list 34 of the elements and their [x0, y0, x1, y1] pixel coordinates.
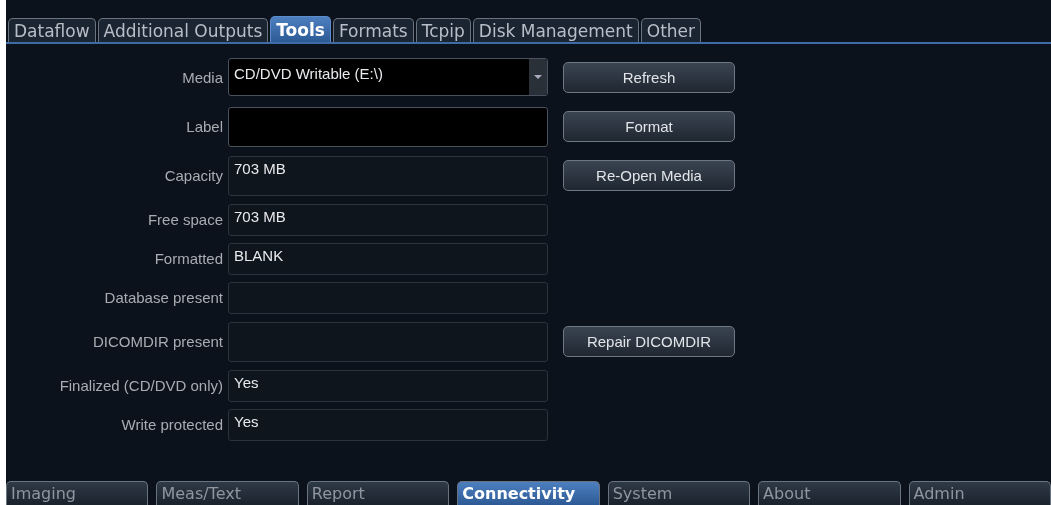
field-label: Label [185, 118, 224, 135]
field-label: Finalized (CD/DVD only) [58, 377, 224, 394]
media-dropdown[interactable]: CD/DVD Writable (E:\) [228, 58, 548, 96]
action-button[interactable]: Repair DICOMDIR [563, 326, 735, 357]
action-button[interactable]: Format [563, 111, 735, 142]
tab[interactable]: Connectivity [457, 481, 600, 505]
value-field: 703 MB [228, 203, 548, 236]
tab[interactable]: Disk Management [472, 18, 639, 42]
tab[interactable]: Imaging [6, 481, 149, 505]
action-button[interactable]: Re-Open Media [563, 160, 735, 191]
tab[interactable]: Admin [908, 481, 1051, 505]
field-label: Formatted [153, 250, 224, 267]
action-button[interactable]: Refresh [563, 61, 735, 93]
value-field: Yes [228, 408, 548, 441]
tab[interactable]: Formats [332, 18, 414, 42]
tab[interactable]: Report [306, 481, 450, 505]
tab[interactable]: Meas/Text [156, 481, 299, 505]
tab[interactable]: System [607, 481, 751, 505]
tab[interactable]: Other [640, 18, 702, 42]
tab[interactable]: Dataflow [8, 18, 96, 42]
field-label: DICOMDIR present [91, 333, 224, 350]
tab[interactable]: Additional Outputs [97, 18, 269, 42]
field-label: Media [181, 68, 224, 86]
field-label: Write protected [120, 416, 224, 433]
field-label: Free space [146, 211, 224, 228]
tab[interactable]: Tcpip [415, 18, 471, 42]
tab[interactable]: Tools [270, 16, 331, 42]
input-field[interactable] [228, 106, 548, 147]
field-label: Database present [103, 289, 224, 306]
tab[interactable]: About [758, 481, 901, 505]
value-field: Yes [228, 369, 548, 402]
value-field: BLANK [228, 242, 548, 275]
field-label: Capacity [163, 167, 224, 184]
value-field: 703 MB [228, 155, 548, 196]
